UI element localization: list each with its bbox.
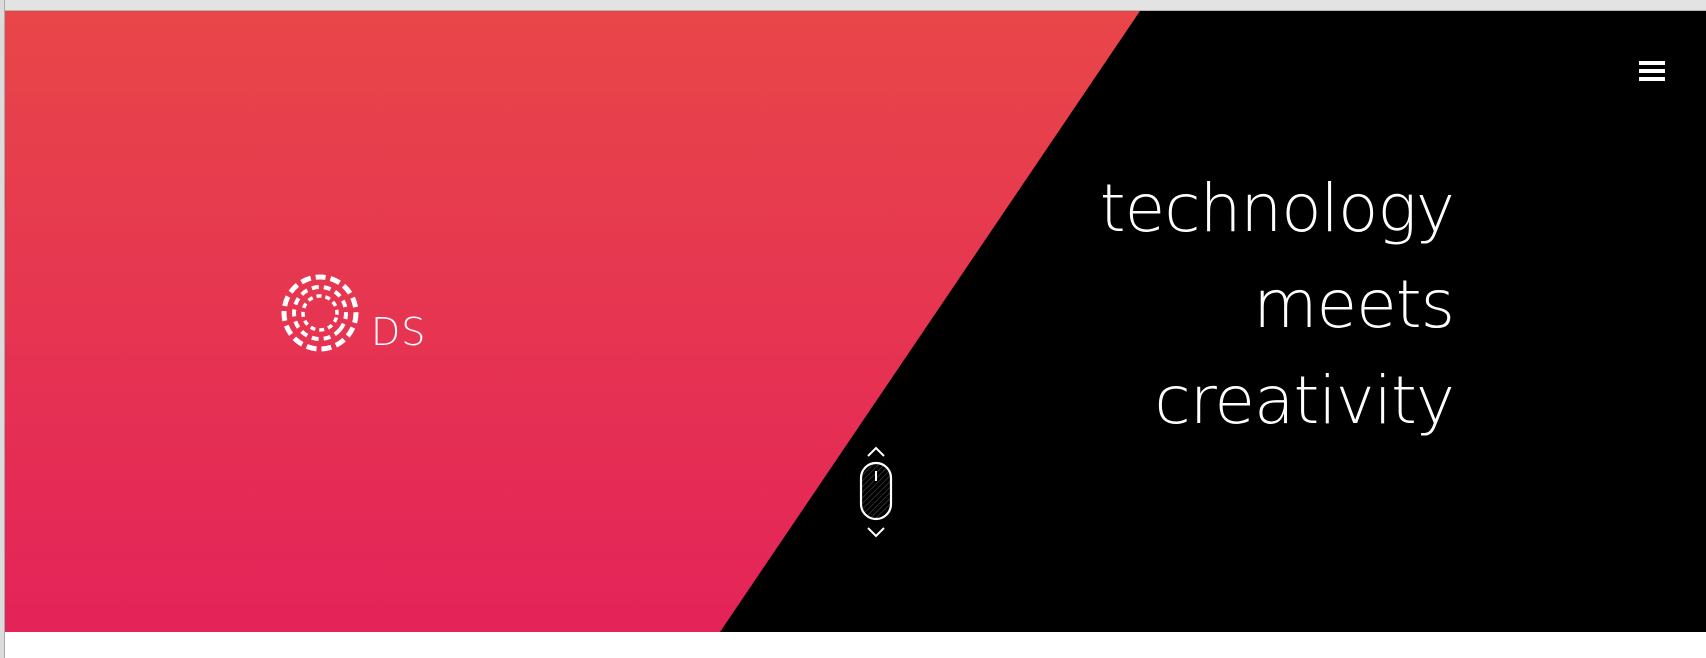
logo-wordmark: DS [371, 310, 427, 354]
site-logo[interactable]: DS [276, 271, 446, 361]
menu-button[interactable] [1632, 51, 1672, 91]
browser-viewport: DS technology meets creativity [0, 0, 1706, 658]
hero-tagline: technology meets creativity [1099, 161, 1455, 449]
dashed-concentric-circles-icon [281, 274, 359, 352]
hamburger-menu-icon [1639, 61, 1665, 81]
tagline-line-technology: technology [1099, 170, 1455, 247]
hero-section: DS technology meets creativity [5, 11, 1706, 632]
tagline-line-meets: meets [1253, 266, 1455, 343]
scroll-down-indicator[interactable] [851, 441, 901, 551]
mouse-scroll-icon [859, 446, 893, 538]
tagline-line-creativity: creativity [1154, 362, 1455, 439]
window-top-border [0, 0, 1706, 11]
